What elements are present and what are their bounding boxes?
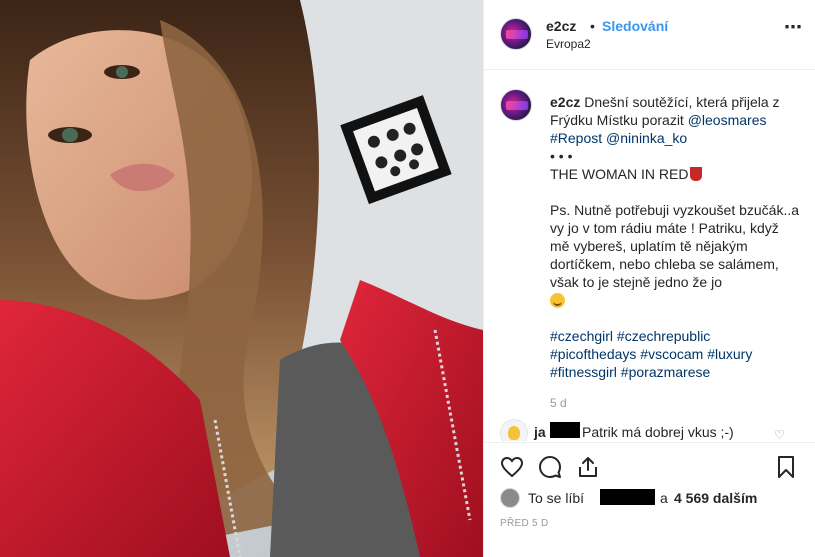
caption-avatar[interactable]	[500, 89, 532, 121]
selfie-illustration	[0, 0, 483, 557]
redacted-username	[550, 422, 580, 438]
location-link[interactable]: Evropa2	[546, 37, 591, 51]
wine-glass-icon	[690, 167, 703, 181]
likes-prefix: To se líbí	[528, 490, 585, 506]
posted-time[interactable]: PŘED 5 D	[500, 518, 549, 529]
comment-item: ja Patrik má dobrej vkus ;-) ♡	[500, 417, 800, 441]
comments-area[interactable]: e2cz Dnešní soutěžící, která přijela z F…	[484, 71, 815, 441]
caption-username[interactable]: e2cz	[550, 94, 580, 110]
caption-body: Ps. Nutně potřebuji vyzkoušet bzučák..a …	[550, 202, 800, 290]
comment-like-icon[interactable]: ♡	[774, 428, 786, 441]
smile-emoji-icon	[550, 293, 565, 308]
instagram-post: e2cz • Sledování Evropa2 ⋯ e2cz Dnešní s…	[0, 0, 815, 557]
comment-text: Patrik má dobrej vkus ;-)	[582, 424, 734, 440]
header-username[interactable]: e2cz	[546, 18, 576, 34]
commenter-username[interactable]: ja	[534, 424, 546, 440]
caption-title: THE WOMAN IN RED	[550, 166, 689, 182]
hashtags-line-2[interactable]: #picofthedays #vscocam #luxury	[550, 345, 800, 363]
comment-icon[interactable]	[538, 455, 562, 479]
following-button[interactable]: Sledování	[602, 18, 668, 34]
hashtags-line-3[interactable]: #fitnessgirl #porazmarese	[550, 363, 800, 381]
caption-time[interactable]: 5 d	[550, 396, 567, 410]
hashtag-repost[interactable]: #Repost	[550, 130, 602, 146]
redacted-liker-name	[600, 489, 655, 505]
separator-dot: •	[590, 18, 595, 34]
action-bar	[484, 442, 815, 488]
caption-text: e2cz Dnešní soutěžící, která přijela z F…	[550, 93, 800, 381]
likes-summary: To se líbí a 4 569 dalším	[500, 487, 800, 509]
post-header: e2cz • Sledování Evropa2 ⋯	[484, 0, 815, 70]
commenter-avatar[interactable]	[500, 419, 528, 441]
post-photo[interactable]	[0, 0, 483, 557]
bookmark-icon[interactable]	[774, 455, 798, 479]
mention-nininka[interactable]: @nininka_ko	[606, 130, 687, 146]
heart-icon[interactable]	[500, 455, 524, 479]
likes-count-button[interactable]: 4 569 dalším	[674, 490, 757, 506]
caption-dots: • • •	[550, 148, 573, 164]
liker-avatar[interactable]	[500, 488, 520, 508]
share-icon[interactable]	[576, 455, 600, 479]
likes-and: a	[660, 490, 668, 506]
post-details-panel: e2cz • Sledování Evropa2 ⋯ e2cz Dnešní s…	[483, 0, 815, 557]
mention-leosmares[interactable]: @leosmares	[688, 112, 767, 128]
profile-avatar[interactable]	[500, 18, 532, 50]
more-options-icon[interactable]: ⋯	[784, 18, 803, 36]
hashtags-line-1[interactable]: #czechgirl #czechrepublic	[550, 327, 800, 345]
